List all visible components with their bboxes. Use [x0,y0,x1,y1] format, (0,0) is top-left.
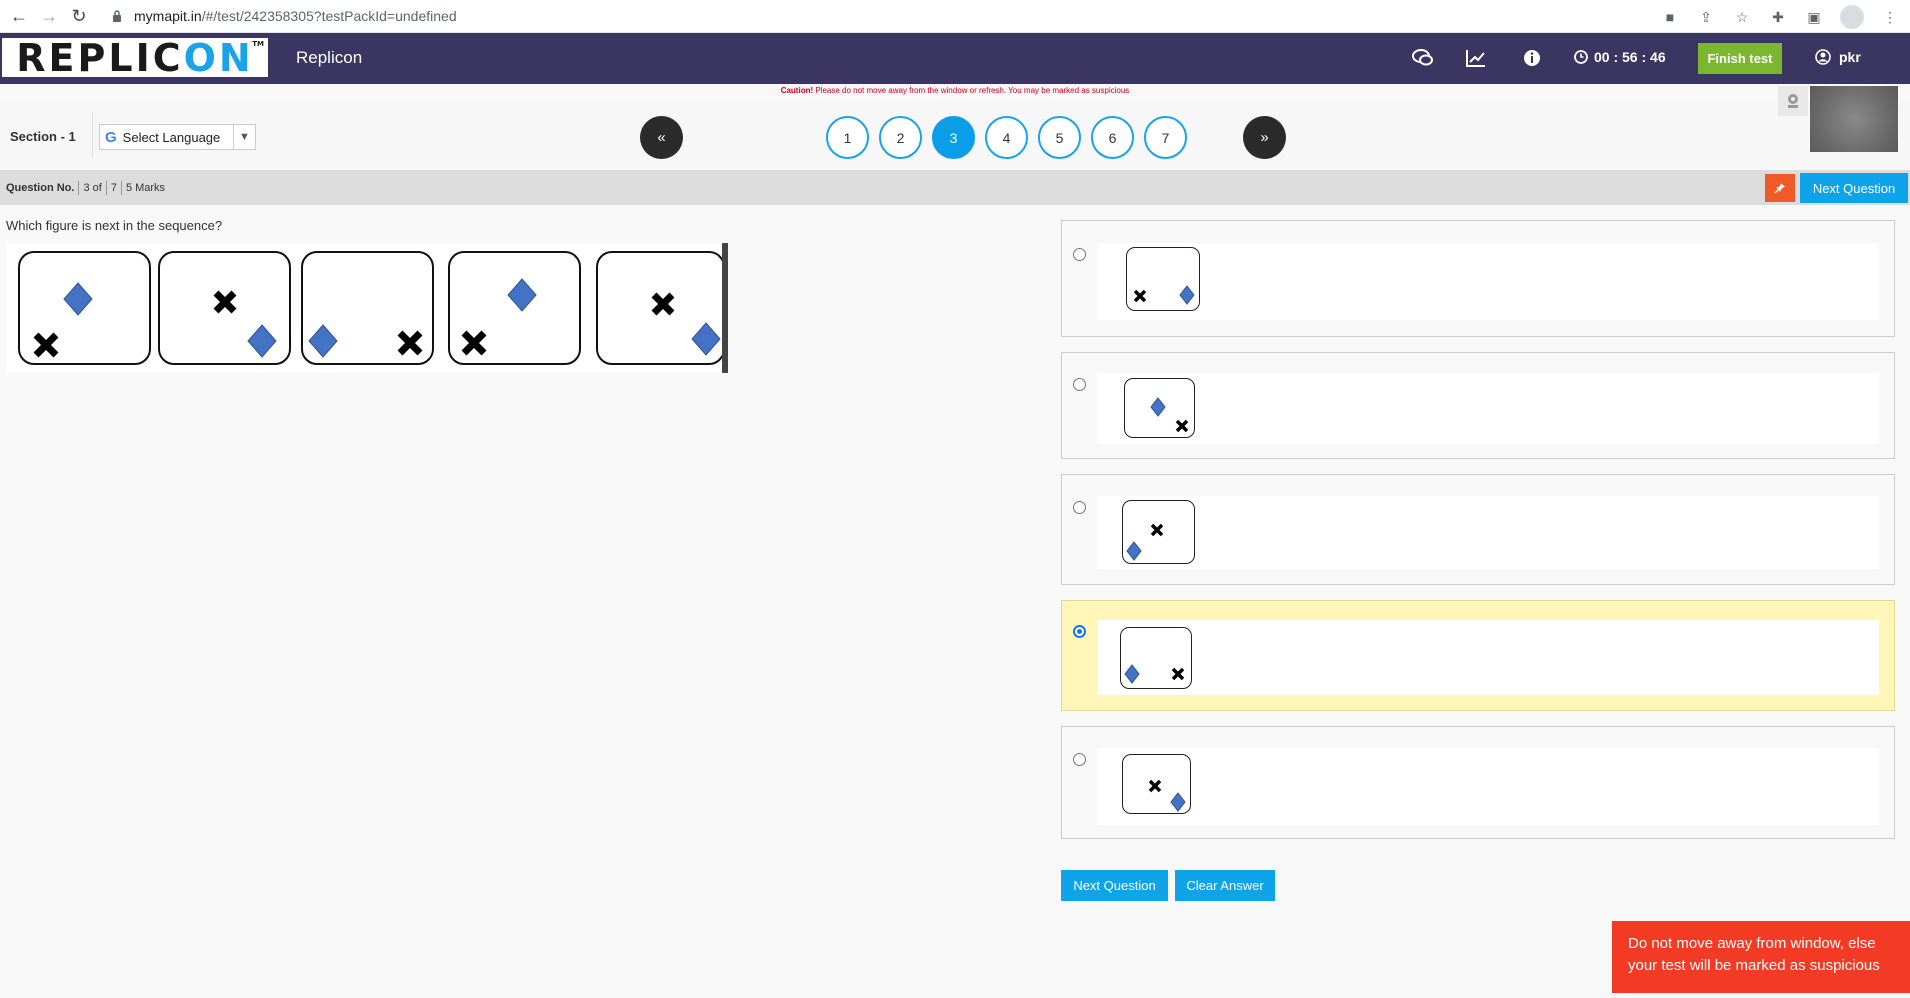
question-page-4[interactable]: 4 [985,116,1028,159]
language-select[interactable]: G Select Language ▼ [99,124,256,150]
option-2-figure [1124,378,1195,438]
option-3-figure [1122,500,1195,564]
question-page-7[interactable]: 7 [1144,116,1187,159]
timer: 00 : 56 : 46 [1574,49,1666,65]
back-icon[interactable]: ← [8,5,30,27]
answer-option-4[interactable] [1061,600,1895,711]
option-5-content[interactable] [1097,748,1879,825]
reload-icon[interactable]: ↻ [68,5,90,27]
timer-value: 00 : 56 : 46 [1594,49,1666,65]
section-label: Section - 1 [10,129,76,144]
sequence-box-4 [448,251,581,365]
option-4-radio[interactable] [1073,625,1086,638]
webcam-icon [1778,86,1808,116]
star-icon[interactable]: ☆ [1732,7,1752,27]
app-header: REPLIC ON TM Replicon 00 : 56 : 46 Finish… [0,33,1910,84]
google-icon: G [105,128,117,146]
option-4-figure [1120,627,1192,689]
prev-page-button[interactable]: « [640,116,683,159]
app-name: Replicon [296,48,363,67]
answer-option-3[interactable] [1061,474,1895,585]
camera-icon[interactable]: ■ [1660,7,1680,27]
finish-test-button[interactable]: Finish test [1698,43,1782,74]
section-bar: Section - 1 G Select Language ▼ « 1 2 3 … [0,98,1910,170]
sequence-box-2 [158,251,291,365]
answer-option-5[interactable] [1061,726,1895,839]
replicon-logo: REPLIC ON TM [2,36,268,80]
pin-icon [1774,183,1785,194]
user-menu[interactable]: pkr [1815,49,1861,65]
option-4-content[interactable] [1097,620,1879,695]
option-3-radio[interactable] [1073,501,1086,514]
url-host: mymapit.in [134,8,202,24]
next-page-button[interactable]: » [1243,116,1286,159]
profile-avatar[interactable] [1840,5,1864,29]
sequence-figure [6,243,728,373]
option-1-figure [1126,247,1200,311]
dropdown-arrow-icon: ▼ [233,125,255,149]
answer-option-1[interactable] [1061,220,1895,337]
answer-option-2[interactable] [1061,352,1895,459]
question-info-bar: Question No. 3 of 7 5 Marks Next Questio… [0,170,1910,205]
url-path: /#/test/242358305?testPackId=undefined [201,8,457,24]
option-2-radio[interactable] [1073,378,1086,391]
chart-icon[interactable] [1465,48,1487,68]
sidepanel-icon[interactable]: ▣ [1804,7,1824,27]
question-page-6[interactable]: 6 [1091,116,1134,159]
user-name: pkr [1839,49,1861,65]
question-page-1[interactable]: 1 [826,116,869,159]
chat-icon[interactable] [1412,48,1434,68]
sequence-box-3 [301,251,434,365]
question-marks: 5 Marks [125,181,166,194]
browser-toolbar: ← → ↻ mymapit.in/#/test/242358305?testPa… [0,0,1910,33]
option-1-content[interactable] [1097,243,1879,320]
figure-edge [722,243,728,373]
info-icon[interactable] [1521,48,1543,68]
pin-button[interactable] [1765,174,1795,202]
address-bar[interactable]: mymapit.in/#/test/242358305?testPackId=u… [112,8,457,24]
next-question-button[interactable]: Next Question [1061,870,1168,901]
lock-icon [113,10,121,22]
question-text: Which figure is next in the sequence? [6,218,223,233]
question-total: 7 [110,181,117,194]
next-question-button-top[interactable]: Next Question [1800,173,1908,203]
share-icon[interactable]: ⇪ [1696,7,1716,27]
warning-toast: Do not move away from window, else your … [1612,921,1910,993]
language-select-label: Select Language [122,129,221,145]
extensions-icon[interactable]: ✚ [1768,7,1788,27]
option-5-figure [1122,754,1191,814]
menu-icon[interactable]: ⋮ [1880,7,1900,27]
divider [92,112,93,158]
option-1-radio[interactable] [1073,248,1086,261]
option-5-radio[interactable] [1073,753,1086,766]
question-current: 3 of [83,181,102,194]
question-page-3[interactable]: 3 [932,116,975,159]
question-page-5[interactable]: 5 [1038,116,1081,159]
option-2-content[interactable] [1097,373,1879,444]
question-page-2[interactable]: 2 [879,116,922,159]
caution-notice: Caution! Please do not move away from th… [780,86,1130,95]
option-3-content[interactable] [1097,496,1879,569]
sequence-box-5 [596,251,725,365]
clear-answer-button[interactable]: Clear Answer [1175,870,1275,901]
webcam-preview [1810,86,1898,152]
question-number-label: Question No. [6,181,75,194]
sequence-box-1 [18,251,151,365]
forward-icon[interactable]: → [38,5,60,27]
user-icon [1815,49,1831,65]
clock-icon [1574,50,1588,64]
